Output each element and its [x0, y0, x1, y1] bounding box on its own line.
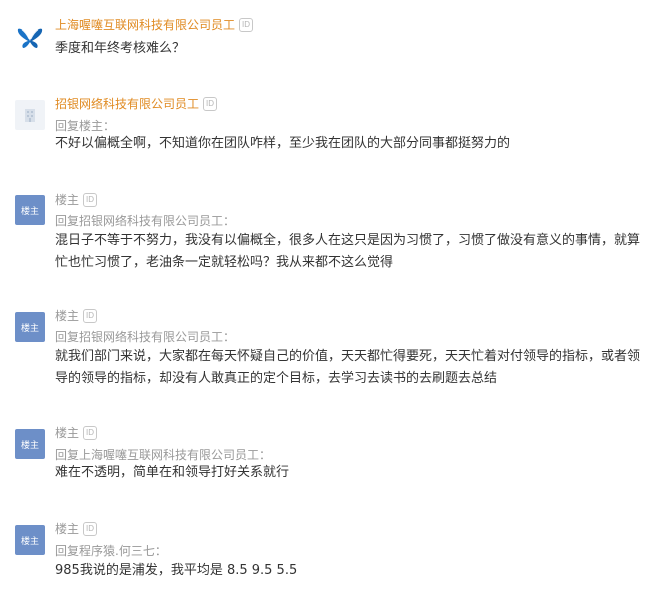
id-badge[interactable]: ID — [203, 97, 218, 111]
avatar[interactable]: 楼主 — [15, 525, 45, 555]
bank-building-icon — [25, 109, 35, 122]
author-name[interactable]: 楼主 — [55, 520, 79, 538]
author-name[interactable]: 楼主 — [55, 424, 79, 442]
author-line: 楼主 ID — [55, 520, 98, 538]
comment-text: 难在不透明，简单在和领导打好关系就行 — [55, 465, 290, 480]
reply-to: 回复程序猿.何三七： — [55, 544, 167, 558]
id-badge[interactable]: ID — [83, 193, 98, 207]
comment-text: 季度和年终考核难么？ — [55, 41, 186, 56]
avatar[interactable] — [15, 100, 45, 130]
comment-text: 混日子不等于不努力，我没有以偏概全，很多人在这只是因为习惯了，习惯了做没有意义的… — [55, 233, 641, 270]
author-line: 招银网络科技有限公司员工 ID — [55, 95, 218, 113]
avatar[interactable]: 楼主 — [15, 429, 45, 459]
id-badge[interactable]: ID — [83, 522, 98, 536]
reply-to: 回复招银网络科技有限公司员工： — [55, 330, 236, 344]
author-name[interactable]: 楼主 — [55, 307, 79, 325]
comment-text: 985我说的是浦发，我平均是 8.5 9.5 5.5 — [55, 563, 298, 578]
author-line: 楼主 ID — [55, 191, 98, 209]
avatar[interactable]: 楼主 — [15, 312, 45, 342]
id-badge[interactable]: ID — [83, 309, 98, 323]
avatar-label: 楼主 — [20, 536, 39, 547]
author-name[interactable]: 楼主 — [55, 191, 79, 209]
reply-to: 回复招银网络科技有限公司员工： — [55, 214, 236, 228]
comment-text: 就我们部门来说，大家都在每天怀疑自己的价值，天天都忙得要死，天天忙着对付领导的指… — [55, 349, 641, 386]
id-badge[interactable]: ID — [83, 426, 98, 440]
avatar-label: 楼主 — [20, 440, 39, 451]
butterfly-logo-icon — [17, 28, 43, 48]
avatar-label: 楼主 — [20, 323, 39, 334]
author-name[interactable]: 招银网络科技有限公司员工 — [55, 95, 199, 113]
avatar[interactable] — [15, 22, 45, 52]
avatar-label: 楼主 — [20, 206, 39, 217]
author-line: 上海喔噻互联网科技有限公司员工 ID — [55, 16, 254, 34]
avatar[interactable]: 楼主 — [15, 195, 45, 225]
author-line: 楼主 ID — [55, 307, 98, 325]
author-line: 楼主 ID — [55, 424, 98, 442]
id-badge[interactable]: ID — [239, 18, 254, 32]
author-name[interactable]: 上海喔噻互联网科技有限公司员工 — [55, 16, 235, 34]
comment-text: 不好以偏概全啊，不知道你在团队咋样，至少我在团队的大部分同事都挺努力的 — [55, 136, 511, 151]
